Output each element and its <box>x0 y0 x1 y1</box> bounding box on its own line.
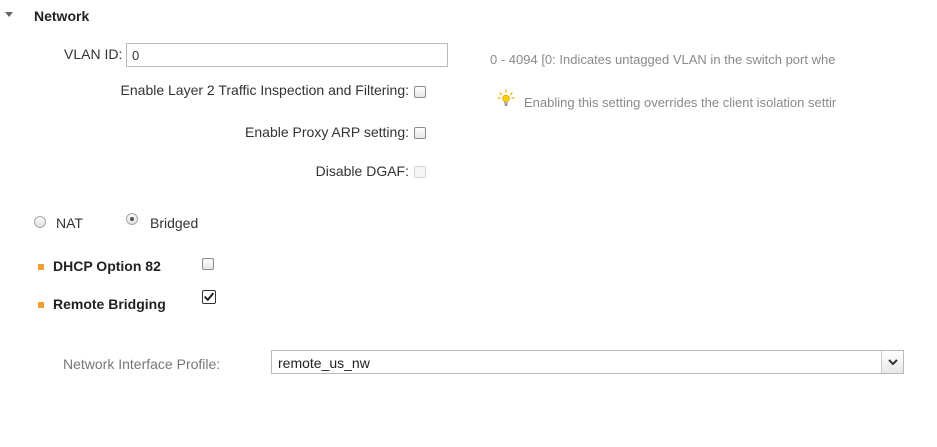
checkmark-icon <box>204 292 214 301</box>
vlan-id-hint: 0 - 4094 [0: Indicates untagged VLAN in … <box>490 52 836 67</box>
vlan-id-label: VLAN ID: <box>64 46 123 62</box>
bridged-radio-label[interactable]: Bridged <box>150 215 198 231</box>
bridged-radio[interactable] <box>126 213 138 225</box>
dropdown-button[interactable] <box>881 351 903 373</box>
dhcp-option-82-checkbox[interactable] <box>202 258 214 270</box>
nat-radio[interactable] <box>34 216 46 228</box>
nat-radio-label[interactable]: NAT <box>56 215 83 231</box>
lightbulb-icon <box>497 89 515 109</box>
layer2-inspection-checkbox[interactable] <box>414 86 426 98</box>
remote-bridging-bullet <box>38 302 44 308</box>
network-interface-profile-value: remote_us_nw <box>278 355 370 371</box>
section-title-network: Network <box>34 8 90 24</box>
proxy-arp-checkbox[interactable] <box>414 127 426 139</box>
disable-dgaf-label: Disable DGAF: <box>315 163 409 179</box>
remote-bridging-label: Remote Bridging <box>53 296 166 312</box>
proxy-arp-label: Enable Proxy ARP setting: <box>245 124 409 140</box>
layer2-inspection-label: Enable Layer 2 Traffic Inspection and Fi… <box>120 82 409 98</box>
remote-bridging-checkbox[interactable] <box>202 290 216 304</box>
network-interface-profile-label: Network Interface Profile: <box>63 356 221 372</box>
vlan-id-input[interactable] <box>126 43 448 67</box>
layer2-inspection-hint: Enabling this setting overrides the clie… <box>524 95 837 110</box>
dhcp-option-82-label: DHCP Option 82 <box>53 258 161 274</box>
network-interface-profile-select[interactable]: remote_us_nw <box>271 350 904 374</box>
disable-dgaf-checkbox <box>414 166 426 178</box>
collapse-caret-icon[interactable] <box>5 12 13 17</box>
dhcp-option-82-bullet <box>38 264 44 270</box>
chevron-down-icon <box>888 359 898 366</box>
